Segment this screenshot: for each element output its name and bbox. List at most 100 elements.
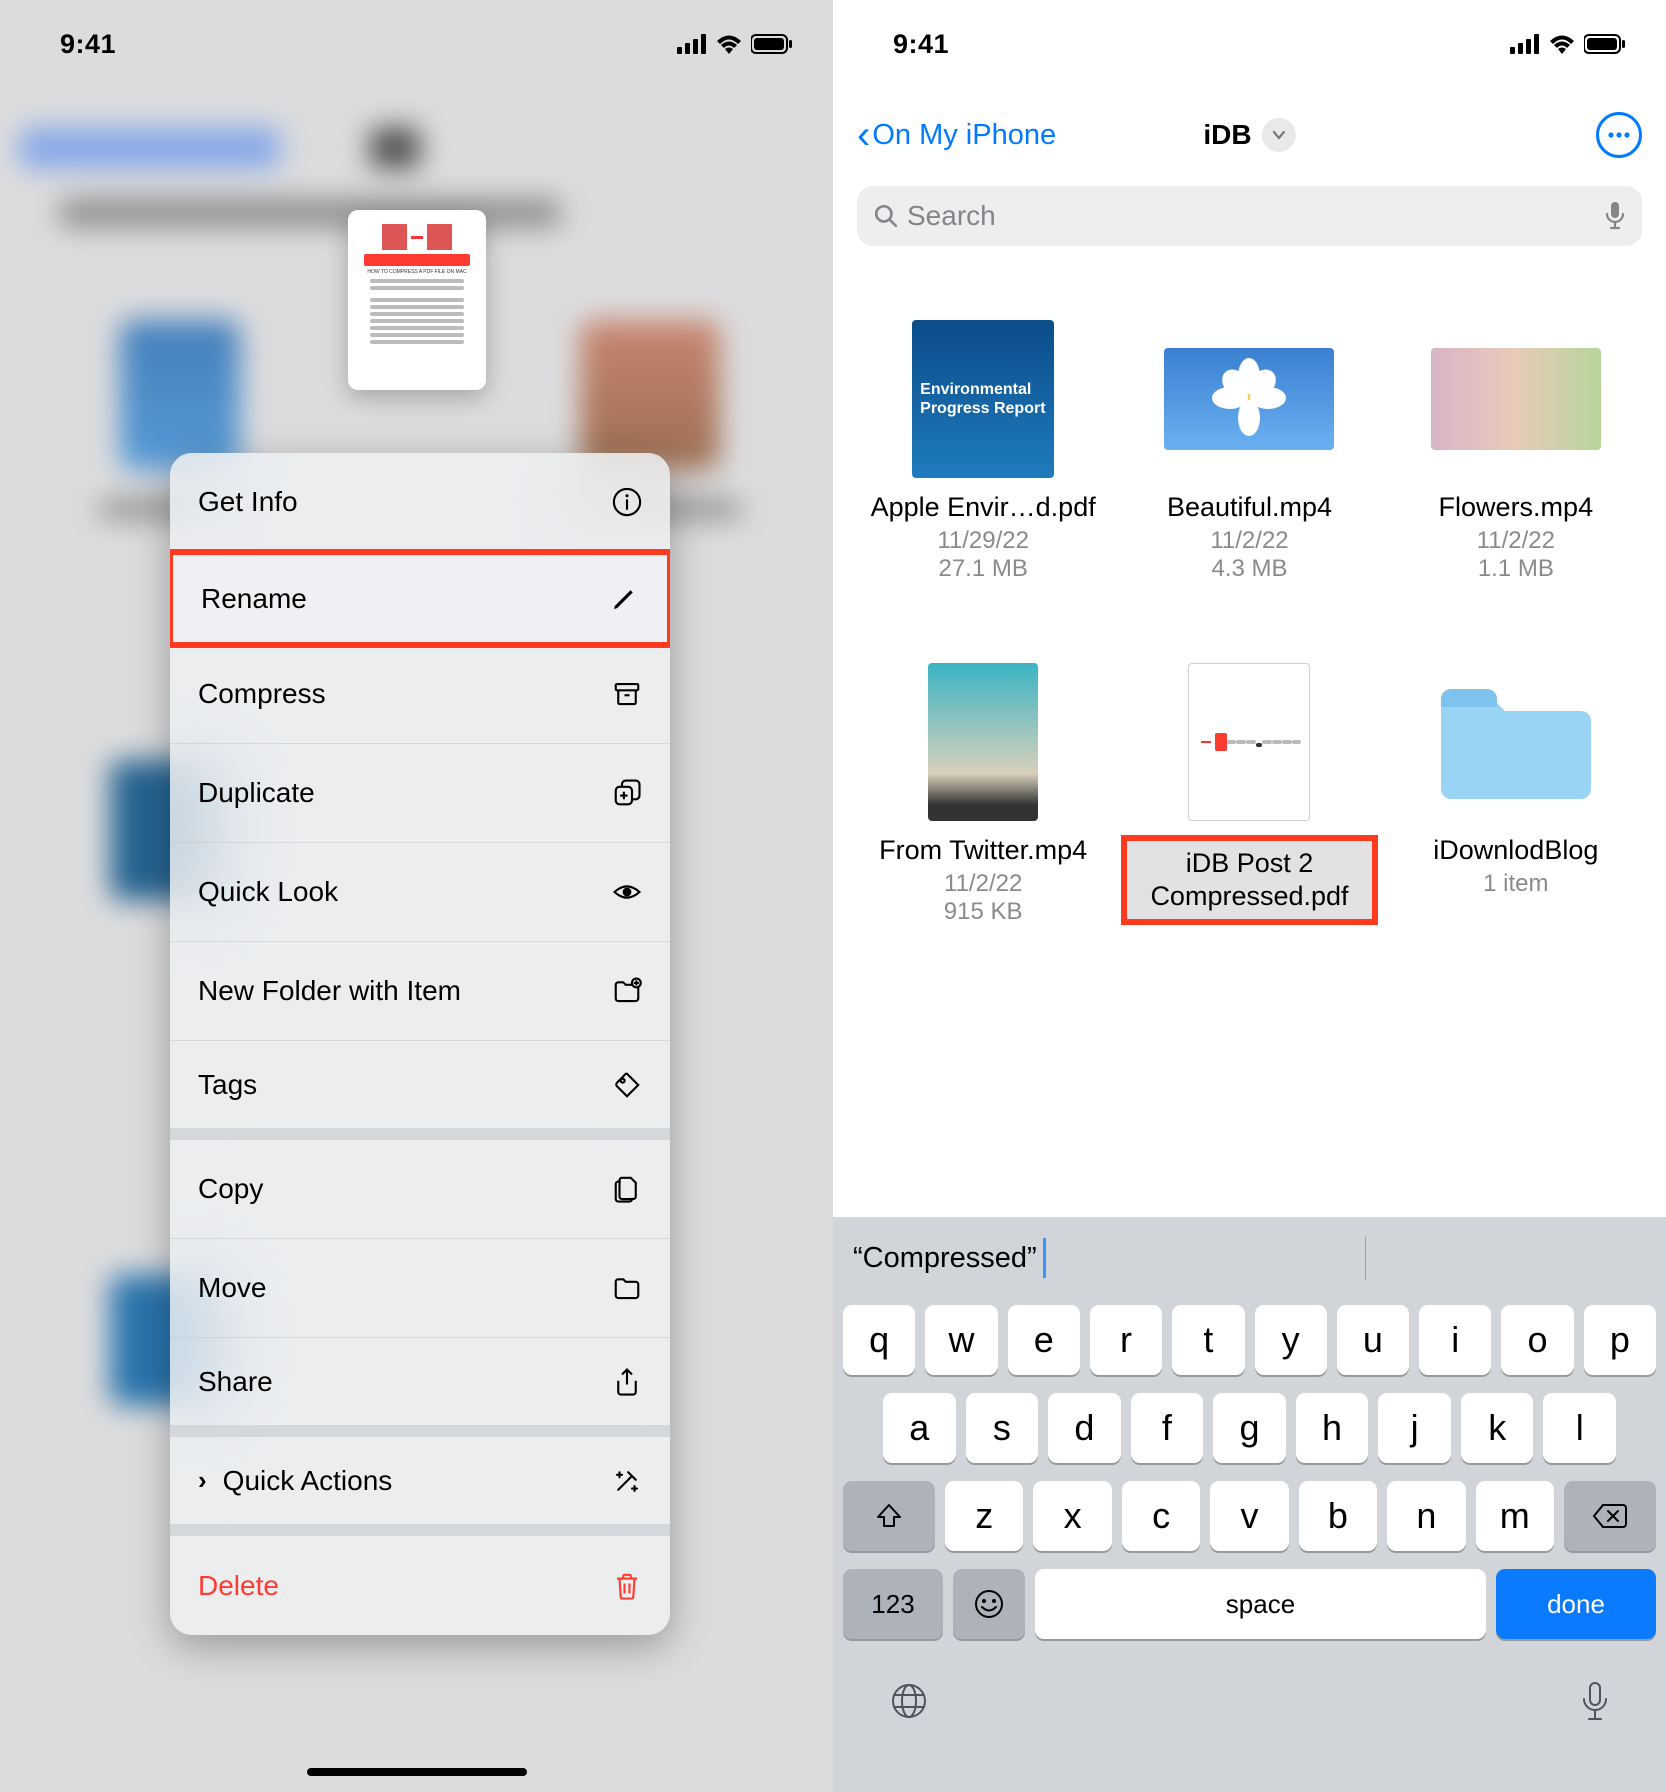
folder-title: iDB [1203, 119, 1251, 151]
file-name: From Twitter.mp4 [879, 835, 1087, 867]
folder-name: iDownlodBlog [1433, 835, 1598, 867]
title-dropdown-button[interactable] [1262, 118, 1296, 152]
key-v[interactable]: v [1210, 1481, 1288, 1551]
key-x[interactable]: x [1033, 1481, 1111, 1551]
key-q[interactable]: q [843, 1305, 915, 1375]
search-placeholder: Search [907, 200, 996, 232]
key-123[interactable]: 123 [843, 1569, 943, 1639]
key-c[interactable]: c [1122, 1481, 1200, 1551]
file-rename-input[interactable]: iDB Post 2 Compressed.pdf [1121, 835, 1377, 925]
chevron-down-icon [1272, 130, 1286, 140]
key-r[interactable]: r [1090, 1305, 1162, 1375]
menu-copy[interactable]: Copy [170, 1140, 670, 1239]
suggestion-text: “Compressed” [853, 1242, 1037, 1275]
menu-move[interactable]: Move [170, 1239, 670, 1338]
file-date: 11/29/22 [937, 527, 1029, 555]
keyboard-suggestion-bar[interactable]: “Compressed” [833, 1217, 1666, 1299]
file-item[interactable]: Flowers.mp4 11/2/22 1.1 MB [1388, 320, 1644, 583]
key-d[interactable]: d [1048, 1393, 1121, 1463]
key-t[interactable]: t [1172, 1305, 1244, 1375]
duplicate-icon [612, 778, 642, 808]
menu-get-info[interactable]: Get Info [170, 453, 670, 552]
key-e[interactable]: e [1008, 1305, 1080, 1375]
pencil-icon [609, 584, 639, 614]
shift-icon [874, 1501, 904, 1531]
chevron-left-icon: ‹ [857, 125, 870, 145]
doc-title-stripe [364, 254, 470, 266]
key-g[interactable]: g [1213, 1393, 1286, 1463]
dictation-button[interactable] [1580, 1681, 1610, 1732]
key-w[interactable]: w [925, 1305, 997, 1375]
key-h[interactable]: h [1296, 1393, 1369, 1463]
mic-icon [1580, 1681, 1610, 1723]
info-icon [612, 487, 642, 517]
key-space[interactable]: space [1035, 1569, 1486, 1639]
key-z[interactable]: z [945, 1481, 1023, 1551]
file-name: Apple Envir…d.pdf [871, 492, 1096, 524]
file-size: 27.1 MB [938, 555, 1027, 583]
back-button[interactable]: ‹ On My iPhone [857, 119, 1056, 152]
key-n[interactable]: n [1387, 1481, 1465, 1551]
file-item-renaming[interactable]: iDB Post 2 Compressed.pdf [1121, 663, 1377, 926]
key-m[interactable]: m [1476, 1481, 1554, 1551]
tag-icon [612, 1070, 642, 1100]
mic-icon[interactable] [1604, 201, 1626, 231]
file-item[interactable]: From Twitter.mp4 11/2/22 915 KB [855, 663, 1111, 926]
folder-icon [612, 1273, 642, 1303]
menu-compress[interactable]: Compress [170, 645, 670, 744]
key-backspace[interactable] [1564, 1481, 1656, 1551]
key-u[interactable]: u [1337, 1305, 1409, 1375]
key-i[interactable]: i [1419, 1305, 1491, 1375]
copy-icon [612, 1174, 642, 1204]
keyboard: “Compressed” q w e r t y u i o p a [833, 1217, 1666, 1792]
key-y[interactable]: y [1255, 1305, 1327, 1375]
archive-icon [612, 679, 642, 709]
file-size: 1.1 MB [1478, 555, 1554, 583]
key-k[interactable]: k [1461, 1393, 1534, 1463]
menu-delete[interactable]: Delete [170, 1536, 670, 1635]
battery-icon [751, 34, 793, 54]
globe-button[interactable] [889, 1681, 929, 1732]
key-shift[interactable] [843, 1481, 935, 1551]
menu-quick-actions[interactable]: ›Quick Actions [170, 1437, 670, 1536]
file-thumbnail [1164, 348, 1334, 450]
text-cursor [1043, 1238, 1046, 1278]
menu-rename[interactable]: Rename [170, 549, 670, 648]
chevron-right-icon: › [198, 1465, 207, 1496]
eye-icon [612, 877, 642, 907]
file-item[interactable]: Environmental Progress Report Apple Envi… [855, 320, 1111, 583]
folder-item[interactable]: iDownlodBlog 1 item [1388, 663, 1644, 926]
trash-icon [612, 1571, 642, 1601]
key-b[interactable]: b [1299, 1481, 1377, 1551]
menu-new-folder-with-item[interactable]: New Folder with Item [170, 942, 670, 1041]
key-l[interactable]: l [1543, 1393, 1616, 1463]
search-field[interactable]: Search [857, 186, 1642, 246]
file-thumbnail [1431, 348, 1601, 450]
ellipsis-icon [1607, 131, 1631, 139]
more-options-button[interactable] [1596, 112, 1642, 158]
emoji-icon [973, 1588, 1005, 1620]
menu-duplicate[interactable]: Duplicate [170, 744, 670, 843]
key-o[interactable]: o [1501, 1305, 1573, 1375]
key-done[interactable]: done [1496, 1569, 1656, 1639]
key-f[interactable]: f [1131, 1393, 1204, 1463]
key-emoji[interactable] [953, 1569, 1025, 1639]
folder-plus-icon [612, 976, 642, 1006]
wifi-icon [715, 34, 743, 54]
key-a[interactable]: a [883, 1393, 956, 1463]
status-bar: 9:41 [833, 0, 1666, 70]
file-name: Beautiful.mp4 [1167, 492, 1332, 524]
file-item[interactable]: Beautiful.mp4 11/2/22 4.3 MB [1121, 320, 1377, 583]
file-thumbnail [928, 663, 1038, 821]
menu-tags[interactable]: Tags [170, 1041, 670, 1140]
key-p[interactable]: p [1584, 1305, 1656, 1375]
keyboard-row-4: 123 space done [843, 1569, 1656, 1639]
menu-share[interactable]: Share [170, 1338, 670, 1437]
status-icons [1510, 34, 1626, 54]
menu-quick-look[interactable]: Quick Look [170, 843, 670, 942]
key-j[interactable]: j [1378, 1393, 1451, 1463]
wifi-icon [1548, 34, 1576, 54]
key-s[interactable]: s [966, 1393, 1039, 1463]
keyboard-bottom-row [833, 1653, 1666, 1732]
status-icons [677, 34, 793, 54]
